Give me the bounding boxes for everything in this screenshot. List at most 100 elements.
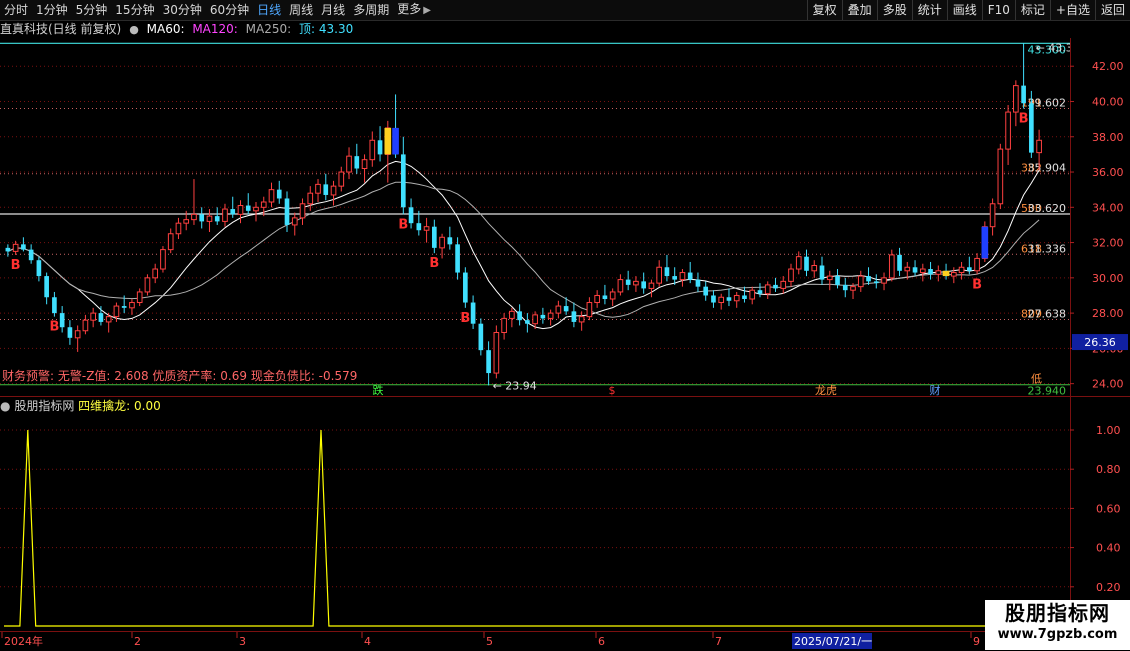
signal-line bbox=[4, 429, 1066, 627]
candle-body bbox=[602, 295, 608, 300]
candle bbox=[299, 198, 306, 225]
candle-body bbox=[245, 205, 251, 211]
candle bbox=[214, 207, 220, 225]
candle bbox=[811, 260, 818, 278]
buy-signal-mark: B bbox=[49, 320, 59, 335]
candle bbox=[602, 284, 608, 305]
candle-body bbox=[958, 266, 965, 274]
period-tab-4[interactable]: 30分钟 bbox=[159, 0, 206, 20]
candle-body bbox=[888, 254, 895, 279]
sub-axis-tick-label: 0.40 bbox=[1096, 542, 1121, 555]
candle bbox=[501, 313, 507, 340]
candle-body bbox=[160, 249, 166, 270]
stock-info-bar: 直真科技(日线 前复权) ● MA60: MA120: MA250: 顶: 43.… bbox=[0, 21, 357, 37]
candle-body bbox=[90, 312, 96, 321]
candle bbox=[555, 300, 562, 319]
candle bbox=[703, 281, 709, 301]
toolbar-button-7[interactable]: +自选 bbox=[1049, 0, 1095, 20]
candle bbox=[432, 219, 437, 254]
ma-line bbox=[7, 160, 1040, 330]
axis-tick-label: 28.00 bbox=[1092, 307, 1124, 320]
chevron-right-icon: ▶ bbox=[423, 5, 431, 16]
stock-title: 直真科技(日线 前复权) bbox=[0, 22, 122, 36]
candle-body bbox=[323, 184, 329, 195]
period-tab-8[interactable]: 月线 bbox=[317, 0, 349, 20]
signal-bar bbox=[392, 127, 399, 155]
sub-axis-tick-label: 0.80 bbox=[1096, 463, 1121, 476]
candle bbox=[826, 270, 833, 291]
candle-body bbox=[439, 236, 445, 249]
candle-body bbox=[617, 279, 624, 293]
candle bbox=[59, 306, 65, 333]
period-tab-5[interactable]: 60分钟 bbox=[206, 0, 253, 20]
candle-body bbox=[873, 281, 879, 284]
toolbar-button-1[interactable]: 叠加 bbox=[841, 0, 877, 20]
top-price-label: 顶: 43.30 bbox=[299, 22, 354, 36]
date-label: 2 bbox=[134, 635, 141, 648]
candle bbox=[377, 126, 383, 162]
indicator-value: 四维擒龙: 0.00 bbox=[78, 399, 161, 413]
candle bbox=[98, 306, 104, 326]
candle bbox=[935, 265, 942, 282]
candle bbox=[656, 260, 663, 287]
period-tab-0[interactable]: 分时 bbox=[0, 0, 32, 20]
candle-body bbox=[578, 316, 585, 323]
candle-body bbox=[571, 311, 577, 322]
candle-body bbox=[199, 214, 205, 222]
candle-body bbox=[5, 247, 11, 252]
toolbar-button-3[interactable]: 统计 bbox=[911, 0, 947, 20]
period-tab-1[interactable]: 1分钟 bbox=[32, 0, 72, 20]
indicator-axis: 1.00 0.80 0.60 0.40 0.20 bbox=[1070, 397, 1121, 630]
indicator-chart[interactable] bbox=[0, 414, 1070, 630]
toolbar-button-6[interactable]: 标记 bbox=[1014, 0, 1050, 20]
indicator-settings-icon[interactable]: ● bbox=[0, 399, 10, 413]
period-tab-2[interactable]: 5分钟 bbox=[72, 0, 112, 20]
candle bbox=[617, 274, 624, 296]
candle bbox=[764, 281, 771, 300]
date-label: 3 bbox=[239, 635, 246, 648]
period-tab-6[interactable]: 日线 bbox=[253, 0, 285, 20]
candlestick-chart[interactable]: 43.30019139.60238235.90450033.62061831.3… bbox=[0, 38, 1070, 396]
candle-body bbox=[555, 305, 562, 314]
level-price: 31.336 bbox=[1028, 242, 1067, 255]
period-tab-9[interactable]: 多周期 bbox=[349, 0, 393, 20]
period-tabs: 分时 1分钟 5分钟 15分钟 30分钟 60分钟 日线 周线 月线 多周期 更多 ▶ bbox=[0, 0, 435, 20]
candle bbox=[90, 307, 96, 328]
candle-body bbox=[641, 281, 646, 289]
candle-body bbox=[74, 330, 81, 339]
candle-body bbox=[299, 203, 306, 219]
toolbar-button-4[interactable]: 画线 bbox=[946, 0, 982, 20]
candle bbox=[958, 261, 965, 280]
candle bbox=[253, 202, 259, 222]
settings-dot-icon[interactable]: ● bbox=[129, 23, 139, 36]
candle-body bbox=[811, 264, 818, 272]
candle bbox=[780, 276, 787, 294]
candle-body bbox=[121, 306, 127, 308]
candle-body bbox=[1029, 103, 1034, 153]
toolbar-button-5[interactable]: F10 bbox=[981, 0, 1015, 20]
buy-signal-mark: B bbox=[1019, 112, 1029, 127]
candle bbox=[928, 261, 933, 280]
axis-tick-label: 40.00 bbox=[1092, 95, 1124, 108]
buy-signal-mark: B bbox=[460, 311, 470, 326]
candle bbox=[206, 209, 213, 232]
axis-tick-label: 42.00 bbox=[1092, 60, 1124, 73]
candle-body bbox=[919, 268, 926, 274]
candle-body bbox=[260, 201, 267, 208]
candle-body bbox=[268, 189, 275, 203]
candle-body bbox=[525, 320, 530, 324]
candle bbox=[152, 263, 159, 284]
candle-body bbox=[493, 332, 500, 374]
candle-body bbox=[361, 159, 368, 170]
candle-body bbox=[594, 294, 600, 304]
toolbar-button-0[interactable]: 复权 bbox=[806, 0, 842, 20]
candle bbox=[129, 299, 135, 315]
candle-body bbox=[191, 213, 197, 221]
period-tab-7[interactable]: 周线 bbox=[285, 0, 317, 20]
toolbar-button-2[interactable]: 多股 bbox=[876, 0, 912, 20]
toolbar-actions: 复权 叠加 多股 统计 画线 F10 标记 +自选 返回 bbox=[806, 0, 1130, 20]
period-tab-3[interactable]: 15分钟 bbox=[111, 0, 158, 20]
toolbar-button-8[interactable]: 返回 bbox=[1094, 0, 1130, 20]
period-tab-10[interactable]: 更多 ▶ bbox=[393, 0, 435, 21]
candle bbox=[67, 320, 73, 345]
